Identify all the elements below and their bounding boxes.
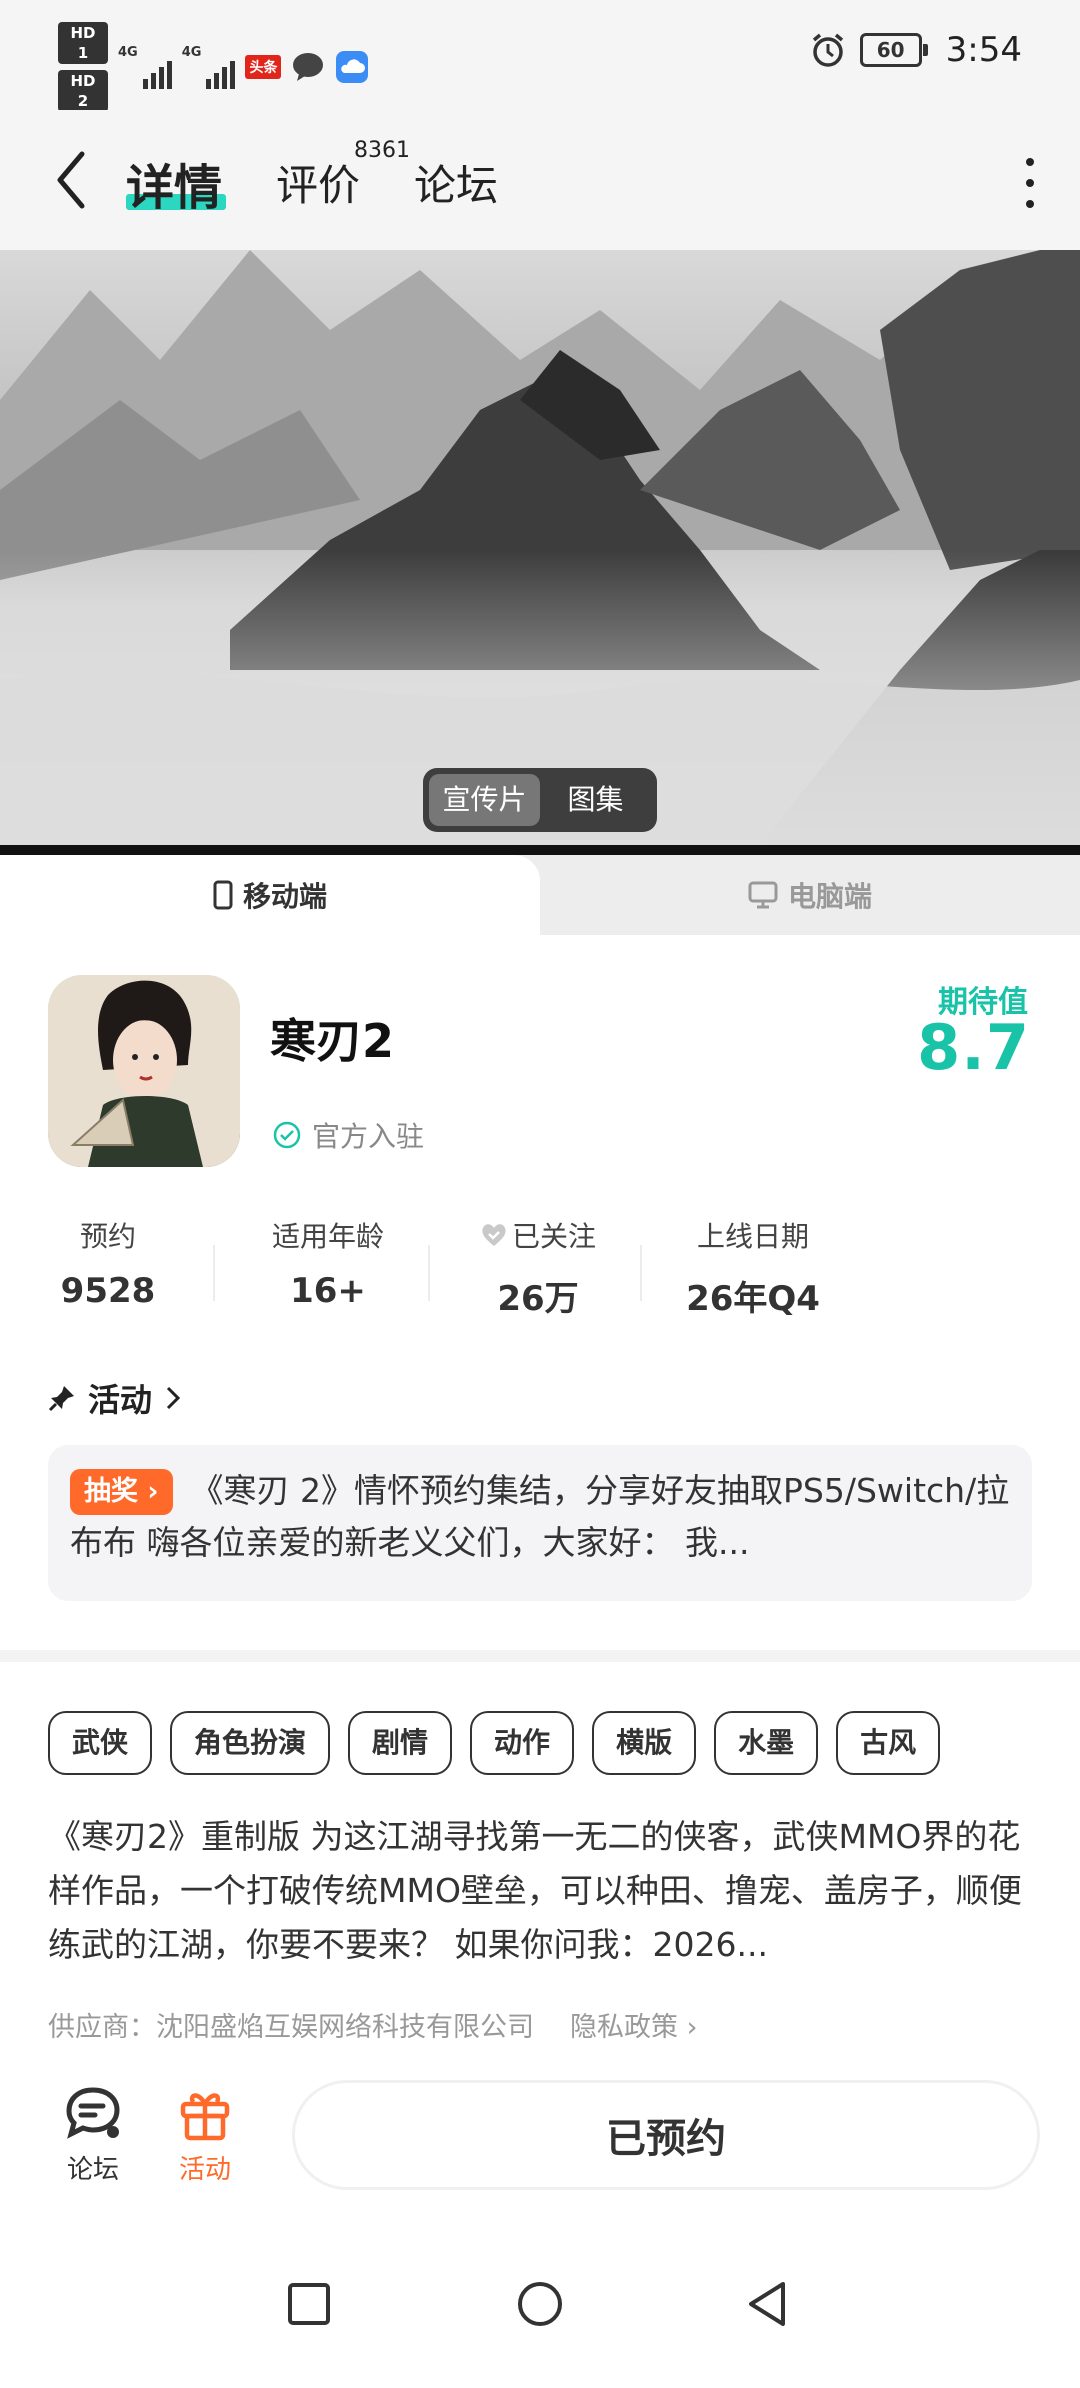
status-left: HD 1 HD 2 4G 4G 头条 <box>58 22 369 112</box>
alarm-icon <box>812 33 843 67</box>
tag-item[interactable]: 剧情 <box>348 1711 453 1775</box>
forum-label: 论坛 <box>66 2155 119 2185</box>
home-icon[interactable] <box>516 2280 564 2328</box>
reserved-button[interactable]: 已预约 <box>292 2080 1040 2190</box>
promo-video[interactable] <box>0 250 1080 845</box>
tag-item[interactable]: 角色扮演 <box>170 1711 331 1775</box>
verified-check-icon <box>273 1121 301 1149</box>
status-bar: HD 1 HD 2 4G 4G 头条 60 3:54 <box>0 0 1080 112</box>
top-nav: 详情 评价 8361 论坛 <box>0 110 1080 250</box>
gift-icon <box>180 2093 230 2141</box>
stat-divider <box>213 1245 215 1301</box>
stat-followers[interactable]: 已关注 26万 <box>458 1215 618 1320</box>
stat-value: 16+ <box>290 1271 366 1311</box>
stat-label: 适用年龄 <box>271 1220 384 1253</box>
message-icon <box>293 53 324 81</box>
game-description[interactable]: 《寒刃2》重制版 为这江湖寻找第一无二的侠客，武侠MMO界的花样作品，一个打破传… <box>48 1810 1038 1972</box>
supplier-info: 供应商：沈阳盛焰互娱网络科技有限公司 隐私政策 › <box>48 2005 697 2044</box>
tag-item[interactable]: 古风 <box>836 1711 941 1775</box>
toggle-gallery-button[interactable]: 图集 <box>540 774 651 826</box>
news-app-icon: 头条 <box>245 55 282 79</box>
tag-item[interactable]: 横版 <box>592 1711 697 1775</box>
forum-button[interactable]: 论坛 <box>48 2086 138 2186</box>
system-navigation-bar <box>0 2240 1080 2388</box>
phone-icon <box>213 880 233 910</box>
sim1-badge: HD 1 <box>58 22 108 64</box>
back-triangle-icon[interactable] <box>745 2280 789 2328</box>
stat-label: 预约 <box>79 1220 136 1253</box>
tag-item[interactable]: 水墨 <box>714 1711 819 1775</box>
network-type-1: 4G <box>118 45 138 60</box>
ink-landscape-image <box>0 250 1080 845</box>
toggle-video-button[interactable]: 宣传片 <box>429 774 540 826</box>
chevron-right-icon <box>166 1386 181 1410</box>
platform-tabs: 移动端 电脑端 <box>0 855 1080 935</box>
privacy-policy-link[interactable]: 隐私政策 › <box>570 2005 697 2044</box>
lottery-badge-label: 抽奖 <box>84 1476 138 1507</box>
official-label: 官方入驻 <box>312 1120 425 1153</box>
tab-details[interactable]: 详情 <box>126 148 222 218</box>
game-info: 寒刃2 官方入驻 期待值 8.7 预约 9528 适用年龄 16+ 已关注 26… <box>0 935 1080 1655</box>
lottery-badge: 抽奖 › <box>70 1469 173 1515</box>
tag-item[interactable]: 动作 <box>470 1711 575 1775</box>
hero-progress-bar <box>0 845 1080 855</box>
tab-forum[interactable]: 论坛 <box>414 152 498 213</box>
official-badge: 官方入驻 <box>272 1115 424 1155</box>
expectation-score: 8.7 <box>917 1011 1030 1084</box>
clock: 3:54 <box>945 30 1022 70</box>
battery-icon: 60 <box>859 33 928 67</box>
signal-icon-1: 4G <box>118 45 172 89</box>
bottom-action-bar: 论坛 活动 已预约 <box>0 2070 1080 2220</box>
stat-launch-date: 上线日期 26年Q4 <box>668 1215 838 1320</box>
sim2-badge: HD 2 <box>58 70 108 112</box>
tag-item[interactable]: 武侠 <box>48 1711 153 1775</box>
activity-text: 《寒刃 2》情怀预约集结，分享好友抽取PS5/Switch/拉布布 嗨各位亲爱的… <box>70 1471 1010 1562</box>
stat-age-rating: 适用年龄 16+ <box>248 1215 408 1311</box>
tab-pc-label: 电脑端 <box>787 880 872 913</box>
back-arrow-icon[interactable] <box>50 148 94 212</box>
forum-chat-icon <box>66 2087 120 2139</box>
privacy-policy-label: 隐私政策 <box>570 2012 678 2043</box>
recent-apps-icon[interactable] <box>287 2282 331 2326</box>
tag-list: 武侠 角色扮演 剧情 动作 横版 水墨 古风 <box>48 1711 941 1775</box>
stat-reservations: 预约 9528 <box>48 1215 168 1311</box>
more-menu-icon[interactable] <box>1020 158 1040 208</box>
cloud-icon <box>336 51 369 83</box>
tab-pc[interactable]: 电脑端 <box>540 855 1080 935</box>
reviews-count: 8361 <box>354 138 410 163</box>
stat-value: 26万 <box>497 1279 579 1319</box>
monitor-icon <box>748 881 778 909</box>
stat-label-with-icon: 已关注 <box>458 1215 618 1255</box>
section-divider <box>0 1650 1080 1662</box>
tab-mobile[interactable]: 移动端 <box>0 855 540 935</box>
activity-heading[interactable]: 活动 <box>48 1375 182 1421</box>
stat-divider <box>640 1245 642 1301</box>
media-toggle: 宣传片 图集 <box>423 768 657 832</box>
network-type-2: 4G <box>181 45 202 60</box>
sim-indicators: HD 1 HD 2 <box>58 22 108 112</box>
game-title: 寒刃2 <box>270 1014 395 1068</box>
tab-reviews[interactable]: 评价 <box>276 152 360 213</box>
status-right: 60 3:54 <box>810 30 1022 70</box>
activity-button[interactable]: 活动 <box>160 2086 250 2186</box>
game-icon <box>48 975 240 1167</box>
stat-divider <box>428 1245 430 1301</box>
activity-label: 活动 <box>178 2155 231 2185</box>
signal-icon-2: 4G <box>182 45 236 89</box>
activity-heading-label: 活动 <box>88 1381 153 1419</box>
stat-label: 上线日期 <box>696 1220 809 1253</box>
stat-value: 9528 <box>60 1271 156 1311</box>
pin-icon <box>48 1386 74 1412</box>
heart-check-icon <box>482 1224 506 1246</box>
tab-mobile-label: 移动端 <box>242 880 327 913</box>
game-stats: 预约 9528 适用年龄 16+ 已关注 26万 上线日期 26年Q4 <box>48 1215 848 1325</box>
stat-label: 已关注 <box>511 1220 596 1253</box>
activity-card[interactable]: 抽奖 › 《寒刃 2》情怀预约集结，分享好友抽取PS5/Switch/拉布布 嗨各… <box>48 1445 1032 1601</box>
stat-value: 26年Q4 <box>686 1279 820 1319</box>
supplier-text: 供应商：沈阳盛焰互娱网络科技有限公司 <box>48 2012 534 2043</box>
